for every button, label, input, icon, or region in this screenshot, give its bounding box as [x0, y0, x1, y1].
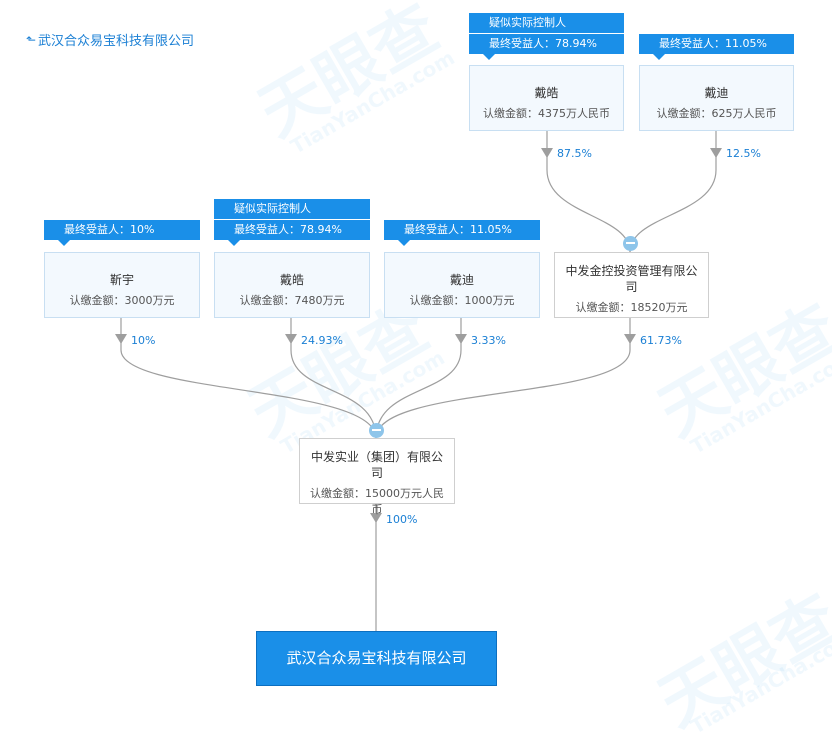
share-percentage: 61.73%: [640, 334, 682, 347]
suspected-controller-tag: 疑似实际控制人: [214, 199, 370, 219]
node-amount: 认缴金额：3000万元: [69, 294, 175, 307]
share-percentage: 24.93%: [301, 334, 343, 347]
node-name: 戴迪: [449, 273, 474, 287]
node-amount: 认缴金额：7480万元: [239, 294, 345, 307]
company-node-zhongfa-shiye[interactable]: 中发实业（集团）有限公司 认缴金额：15000万元人民币: [299, 438, 455, 516]
collapse-toggle-icon[interactable]: [623, 236, 638, 251]
suspected-controller-tag: 疑似实际控制人: [469, 13, 624, 33]
beneficiary-tag: 最终受益人：78.94%: [214, 220, 370, 246]
beneficiary-tag: 最终受益人：11.05%: [384, 220, 540, 246]
share-percentage: 87.5%: [557, 147, 592, 160]
node-amount: 认缴金额：625万人民币: [656, 107, 777, 120]
share-percentage: 100%: [386, 513, 418, 526]
beneficiary-tag: 最终受益人：10%: [44, 220, 200, 246]
node-name: 戴迪: [704, 86, 729, 100]
node-amount: 认缴金额：18520万元: [575, 301, 688, 314]
node-name: 戴皓: [534, 86, 559, 100]
node-name: 戴皓: [279, 273, 304, 287]
node-amount: 认缴金额：4375万人民币: [483, 107, 610, 120]
node-name: 中发实业（集团）有限公司: [310, 450, 443, 480]
node-amount: 认缴金额：1000万元: [409, 294, 515, 307]
beneficiary-tag: 最终受益人：78.94%: [469, 34, 624, 60]
shareholder-node-dai-hao[interactable]: 戴皓 认缴金额：7480万元: [214, 252, 370, 318]
collapse-toggle-icon[interactable]: [369, 423, 384, 438]
company-node-zhongfa-jinkong[interactable]: 中发金控投资管理有限公司 认缴金额：18520万元: [554, 252, 709, 318]
shareholder-node-dai-hao-top[interactable]: 戴皓 认缴金额：4375万人民币: [469, 65, 624, 131]
node-name: 中发金控投资管理有限公司: [565, 264, 698, 294]
beneficiary-tag: 最终受益人：11.05%: [639, 34, 794, 60]
share-percentage: 3.33%: [471, 334, 506, 347]
share-percentage: 10%: [131, 334, 156, 347]
shareholder-node-jin-yu[interactable]: 靳宇 认缴金额：3000万元: [44, 252, 200, 318]
node-name: 靳宇: [109, 273, 134, 287]
share-percentage: 12.5%: [726, 147, 761, 160]
node-amount: 认缴金额：15000万元人民币: [310, 487, 444, 516]
shareholder-node-dai-di-top[interactable]: 戴迪 认缴金额：625万人民币: [639, 65, 794, 131]
shareholder-node-dai-di[interactable]: 戴迪 认缴金额：1000万元: [384, 252, 540, 318]
target-company-node[interactable]: 武汉合众易宝科技有限公司: [256, 631, 497, 686]
